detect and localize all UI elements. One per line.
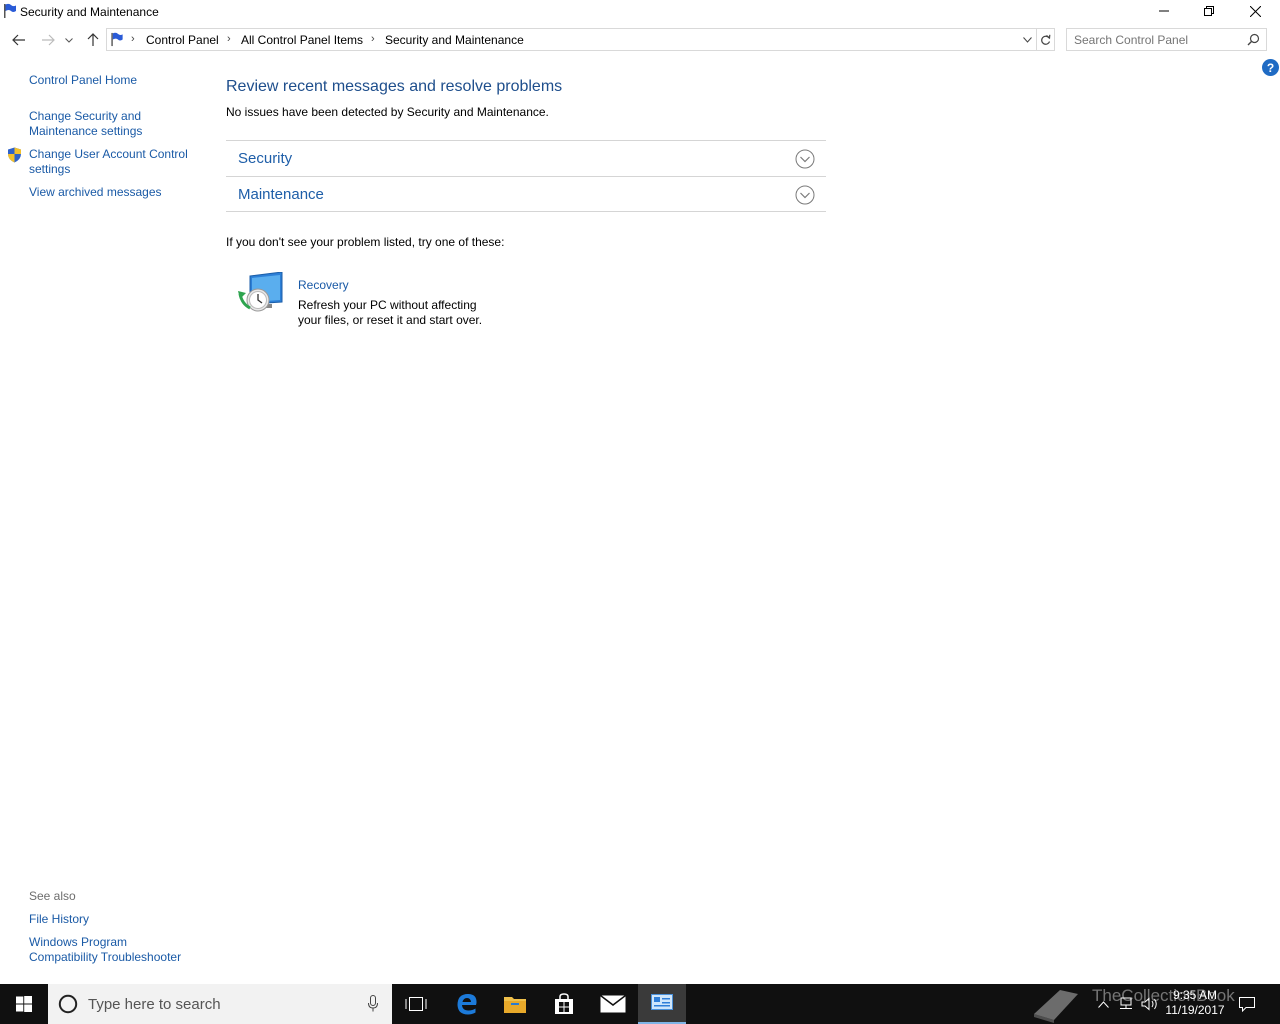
back-arrow-icon: [12, 34, 25, 46]
mail-icon: [600, 995, 626, 1013]
title-bar: Security and Maintenance: [0, 0, 1280, 24]
flag-icon: [4, 3, 16, 18]
security-section-header[interactable]: Security: [226, 140, 826, 176]
refresh-button[interactable]: [1037, 28, 1055, 51]
maintenance-section-header[interactable]: Maintenance: [226, 176, 826, 212]
clock[interactable]: 9:35 AM 11/19/2017: [1160, 988, 1230, 1018]
watermark-book-logo: [1034, 990, 1078, 1023]
address-dropdown-button[interactable]: [1020, 32, 1034, 48]
search-input[interactable]: [1074, 32, 1239, 48]
uac-shield-icon: [8, 147, 21, 163]
chevron-down-icon: [1022, 37, 1032, 43]
up-button[interactable]: [82, 29, 104, 51]
link-line: Maintenance settings: [29, 124, 143, 138]
speaker-icon: [1141, 997, 1157, 1011]
start-button[interactable]: [0, 984, 48, 1024]
description-line: Refresh your PC without affecting: [298, 298, 477, 312]
breadcrumb-separator[interactable]: ›: [131, 33, 135, 45]
address-bar[interactable]: › Control Panel › All Control Panel Item…: [106, 28, 1037, 51]
description-line: your files, or reset it and start over.: [298, 313, 483, 327]
clock-time: 9:35 AM: [1172, 988, 1218, 1002]
minimize-button[interactable]: [1141, 0, 1187, 22]
section-label: Security: [238, 150, 293, 167]
taskbar-search-placeholder: Type here to search: [88, 996, 221, 1013]
search-icon[interactable]: [1247, 33, 1260, 46]
clock-date: 11/19/2017: [1165, 1003, 1225, 1017]
recent-locations-button[interactable]: [61, 29, 77, 51]
up-arrow-icon: [87, 33, 99, 46]
link-line: Compatibility Troubleshooter: [29, 950, 182, 964]
store-bag-icon: [555, 993, 573, 1014]
edge-icon: [457, 994, 477, 1015]
recovery-description: Refresh your PC without affecting your f…: [298, 298, 498, 328]
microphone-icon[interactable]: [368, 995, 378, 1012]
window-title: Security and Maintenance: [20, 5, 159, 19]
windows-logo-icon: [16, 996, 32, 1012]
link-line: Windows Program: [29, 935, 128, 949]
try-these-text: If you don't see your problem listed, tr…: [226, 235, 505, 249]
see-also-heading: See also: [29, 889, 76, 903]
back-button[interactable]: [8, 29, 30, 51]
cortana-icon: [58, 994, 78, 1014]
network-button[interactable]: [1116, 984, 1136, 1024]
change-uac-settings-link[interactable]: Change User Account Control settings: [29, 147, 188, 177]
recovery-link[interactable]: Recovery: [298, 278, 349, 292]
compatibility-troubleshooter-link[interactable]: Windows Program Compatibility Troublesho…: [29, 935, 181, 965]
breadcrumb-separator[interactable]: ›: [371, 33, 375, 45]
file-history-link[interactable]: File History: [29, 912, 89, 927]
taskbar: Type here to search TheCollectionBook 9:…: [0, 984, 1280, 1024]
notification-icon: [1239, 996, 1255, 1012]
restore-icon: [1204, 6, 1214, 16]
breadcrumb-control-panel[interactable]: Control Panel: [146, 33, 219, 47]
restore-button[interactable]: [1186, 0, 1232, 22]
breadcrumb-all-items[interactable]: All Control Panel Items: [241, 33, 363, 47]
change-security-maintenance-settings-link[interactable]: Change Security and Maintenance settings: [29, 109, 142, 139]
forward-button[interactable]: [37, 29, 59, 51]
control-panel-icon: [651, 994, 673, 1010]
help-button[interactable]: ?: [1262, 59, 1279, 76]
close-button[interactable]: [1232, 0, 1278, 22]
action-center-button[interactable]: [1234, 984, 1260, 1024]
task-view-icon: [405, 997, 427, 1011]
section-label: Maintenance: [238, 186, 324, 203]
breadcrumb-separator[interactable]: ›: [227, 33, 231, 45]
link-line: settings: [29, 162, 71, 176]
minimize-icon: [1159, 10, 1169, 12]
taskbar-mail-button[interactable]: [589, 984, 637, 1024]
link-line: Change User Account Control: [29, 147, 188, 161]
chevron-up-icon: [1097, 1000, 1109, 1008]
navigation-bar: › Control Panel › All Control Panel Item…: [0, 26, 1280, 54]
control-panel-home-link[interactable]: Control Panel Home: [29, 73, 137, 88]
view-archived-messages-link[interactable]: View archived messages: [29, 185, 162, 200]
forward-arrow-icon: [42, 34, 55, 46]
network-icon: [1120, 997, 1132, 1009]
status-message: No issues have been detected by Security…: [226, 105, 549, 119]
taskbar-search-box[interactable]: Type here to search: [48, 984, 392, 1024]
expand-chevron-icon[interactable]: [795, 185, 815, 205]
close-icon: [1249, 5, 1261, 17]
show-hidden-icons-button[interactable]: [1094, 984, 1112, 1024]
task-view-button[interactable]: [392, 984, 440, 1024]
volume-button[interactable]: [1140, 984, 1160, 1024]
page-title: Review recent messages and resolve probl…: [226, 78, 563, 95]
breadcrumb-security-maintenance[interactable]: Security and Maintenance: [385, 33, 524, 47]
flag-icon: [111, 32, 123, 47]
chevron-down-icon: [65, 37, 73, 43]
expand-chevron-icon[interactable]: [795, 149, 815, 169]
taskbar-file-explorer-button[interactable]: [491, 984, 539, 1024]
taskbar-edge-button[interactable]: [443, 984, 491, 1024]
taskbar-control-panel-button[interactable]: [638, 984, 686, 1024]
taskbar-store-button[interactable]: [540, 984, 588, 1024]
link-line: Change Security and: [29, 109, 142, 123]
recovery-icon[interactable]: [238, 272, 286, 316]
search-box[interactable]: [1066, 28, 1267, 51]
refresh-icon: [1041, 34, 1051, 45]
folder-icon: [504, 997, 526, 1013]
